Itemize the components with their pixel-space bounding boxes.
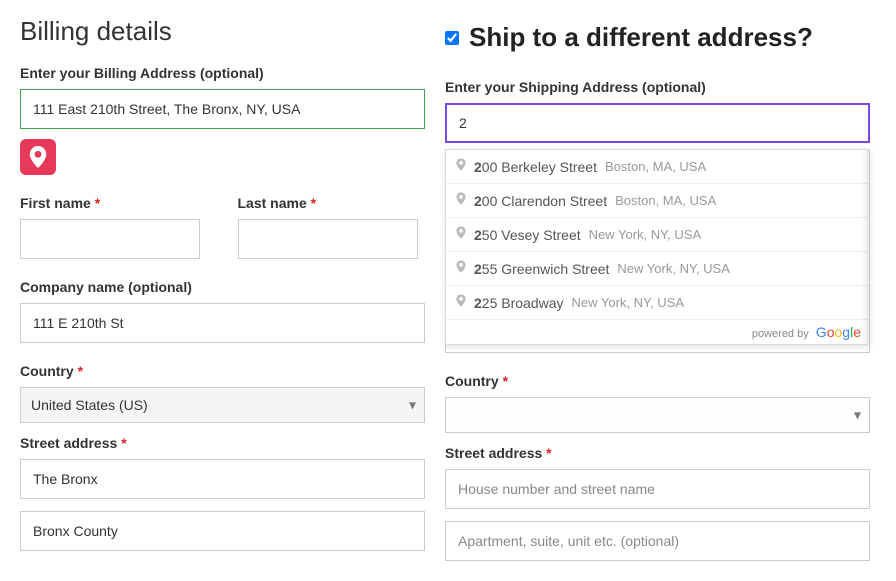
map-marker-icon: [456, 260, 466, 277]
billing-country-label: Country *: [20, 363, 425, 379]
suggestion-main: 200 Berkeley Street: [474, 159, 597, 175]
suggestion-main: 200 Clarendon Street: [474, 193, 607, 209]
company-input[interactable]: [20, 303, 425, 343]
google-logo-icon: Google: [816, 324, 861, 340]
map-marker-icon: [456, 226, 466, 243]
suggestion-secondary: Boston, MA, USA: [615, 193, 716, 208]
powered-by-google: powered by Google: [446, 319, 869, 344]
suggestion-main: 250 Vesey Street: [474, 227, 581, 243]
last-name-label: Last name *: [238, 195, 426, 211]
suggestion-secondary: New York, NY, USA: [572, 295, 684, 310]
suggestion-main: 255 Greenwich Street: [474, 261, 609, 277]
shipping-street-input-1[interactable]: [445, 469, 870, 509]
suggestion-item[interactable]: 200 Berkeley Street Boston, MA, USA: [446, 150, 869, 184]
shipping-address-input[interactable]: [445, 103, 870, 143]
ship-different-checkbox[interactable]: [445, 31, 459, 45]
first-name-input[interactable]: [20, 219, 200, 259]
suggestion-item[interactable]: 200 Clarendon Street Boston, MA, USA: [446, 184, 869, 218]
billing-enter-label: Enter your Billing Address (optional): [20, 65, 425, 81]
map-marker-icon: [456, 158, 466, 175]
company-label: Company name (optional): [20, 279, 425, 295]
suggestion-item[interactable]: 225 Broadway New York, NY, USA: [446, 286, 869, 319]
billing-street-input-2[interactable]: [20, 511, 425, 551]
shipping-street-input-2[interactable]: [445, 521, 870, 561]
shipping-street-label: Street address *: [445, 445, 870, 461]
billing-heading: Billing details: [20, 16, 425, 47]
map-marker-icon: [456, 192, 466, 209]
shipping-country-label: Country *: [445, 373, 870, 389]
suggestion-secondary: New York, NY, USA: [617, 261, 729, 276]
map-marker-icon: [456, 294, 466, 311]
last-name-input[interactable]: [238, 219, 418, 259]
shipping-country-select[interactable]: ▾: [445, 397, 870, 433]
suggestion-secondary: New York, NY, USA: [589, 227, 701, 242]
suggestion-main: 225 Broadway: [474, 295, 564, 311]
billing-address-input[interactable]: [20, 89, 425, 129]
billing-country-select[interactable]: United States (US) ▾: [20, 387, 425, 423]
shipping-enter-label: Enter your Shipping Address (optional): [445, 79, 870, 95]
chevron-down-icon: ▾: [409, 397, 416, 414]
suggestion-secondary: Boston, MA, USA: [605, 159, 706, 174]
billing-country-value: United States (US): [31, 397, 148, 413]
shipping-heading: Ship to a different address?: [469, 22, 813, 53]
suggestion-item[interactable]: 250 Vesey Street New York, NY, USA: [446, 218, 869, 252]
first-name-label: First name *: [20, 195, 208, 211]
map-pin-button[interactable]: [20, 139, 56, 175]
billing-street-label: Street address *: [20, 435, 425, 451]
suggestion-item[interactable]: 255 Greenwich Street New York, NY, USA: [446, 252, 869, 286]
chevron-down-icon: ▾: [854, 407, 861, 424]
address-suggestions-dropdown: 200 Berkeley Street Boston, MA, USA200 C…: [445, 149, 870, 345]
billing-street-input-1[interactable]: [20, 459, 425, 499]
location-pin-icon: [29, 146, 47, 168]
